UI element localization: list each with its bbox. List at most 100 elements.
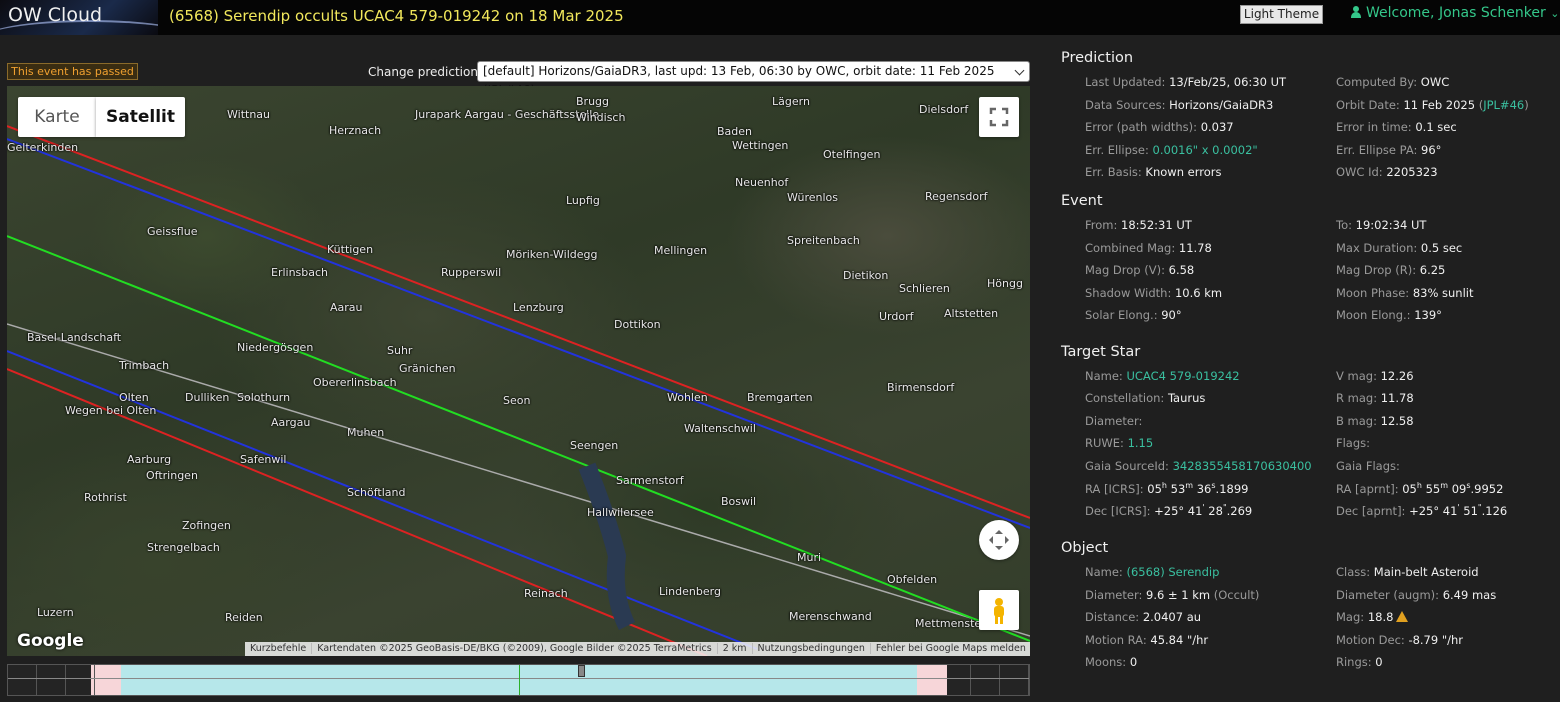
google-logo: Google [17, 631, 84, 651]
map-place-label: Schlieren [899, 282, 950, 295]
prediction-select[interactable]: [default] Horizons/GaiaDR3, last upd: 13… [477, 61, 1030, 97]
detail-row: Name: UCAC4 579-019242 [1085, 369, 1240, 383]
detail-label: Mag: [1336, 610, 1368, 624]
detail-label: Motion RA: [1085, 632, 1151, 647]
timeline-cell [941, 665, 971, 695]
keyboard-shortcuts-link[interactable]: Kurzbefehle [245, 643, 313, 654]
detail-row: Distance: 2.0407 au [1085, 610, 1201, 624]
detail-value: 11.78 [1380, 391, 1414, 406]
timeline-slider-handle[interactable] [578, 665, 585, 677]
timeline-cell [1000, 665, 1029, 695]
orbit-jpl-link[interactable]: (JPL#46) [1475, 98, 1529, 112]
map-place-label: Küttigen [327, 243, 374, 256]
map-place-label: Lindenberg [659, 585, 721, 598]
map-place-label: Otelfingen [823, 148, 881, 161]
detail-value: 05h 53m 36s.1899 [1147, 481, 1249, 496]
app-logo[interactable]: OW Cloud [0, 0, 158, 35]
map-place-label: Erlinsbach [271, 266, 329, 279]
target-star-section-title: Target Star [1061, 344, 1141, 360]
event-passed-badge: This event has passed [7, 63, 138, 80]
map-place-label: Baden [717, 125, 753, 138]
map-place-label: Safenwil [240, 453, 287, 466]
prediction-section-title: Prediction [1061, 50, 1134, 66]
map-place-label: Obfelden [887, 573, 938, 586]
occultation-map[interactable]: Wittnau Herznach Jurapark Aargau - Geschäf… [7, 86, 1030, 656]
detail-label: Diameter (augm): [1336, 587, 1443, 602]
terms-link[interactable]: Nutzungsbedingungen [752, 643, 871, 654]
detail-label: Moon Elong.: [1336, 308, 1415, 322]
map-place-label: Dietikon [843, 269, 889, 282]
detail-value: 2.0407 au [1142, 610, 1202, 624]
map-place-label: Windisch [576, 111, 626, 124]
detail-value[interactable]: 3428355458170630400 [1173, 459, 1312, 473]
detail-value: 0.5 sec [1420, 240, 1463, 255]
detail-label: RA [ICRS]: [1085, 481, 1148, 496]
user-menu[interactable]: Welcome, Jonas Schenker ⌄ [1351, 5, 1559, 21]
detail-label: Constellation: [1085, 391, 1168, 406]
map-scale[interactable]: 2 km [717, 643, 753, 654]
detail-label: Moons: [1085, 655, 1130, 669]
map-place-label: Gränichen [399, 362, 456, 375]
detail-label: To: [1336, 218, 1356, 232]
detail-row: Max Duration: 0.5 sec [1336, 241, 1462, 255]
detail-row: Shadow Width: 10.6 km [1085, 286, 1222, 300]
detail-value: 83% sunlit [1412, 285, 1474, 300]
map-place-label: Dulliken [185, 391, 230, 404]
detail-value: Known errors [1145, 165, 1222, 179]
user-icon [1351, 6, 1362, 18]
detail-label: V mag: [1336, 369, 1381, 383]
map-place-label: Lenzburg [513, 301, 564, 314]
detail-label: Distance: [1085, 610, 1143, 624]
detail-row: Motion RA: 45.84 "/hr [1085, 633, 1208, 647]
detail-value: Main-belt Asteroid [1373, 565, 1479, 579]
detail-row: RUWE: 1.15 [1085, 436, 1153, 450]
warning-icon[interactable] [1396, 611, 1409, 622]
map-place-label: Aarburg [127, 453, 172, 466]
map-place-label: Olten [119, 391, 149, 404]
detail-label: Gaia Flags: [1336, 458, 1400, 473]
detail-label: Combined Mag: [1085, 240, 1179, 255]
detail-value[interactable]: 1.15 [1128, 436, 1154, 450]
detail-label: Error (path widths): [1085, 120, 1201, 134]
detail-label: Error in time: [1336, 120, 1416, 134]
light-theme-button[interactable]: Light Theme [1240, 5, 1323, 24]
detail-row: Err. Basis: Known errors [1085, 165, 1221, 179]
detail-row: Moon Elong.: 139° [1336, 308, 1442, 322]
detail-label: B mag: [1336, 413, 1381, 428]
chevron-down-icon [1014, 65, 1025, 76]
map-tab-karte[interactable]: Karte [18, 97, 96, 137]
detail-value[interactable]: 0.0016" x 0.0002" [1153, 143, 1258, 157]
map-place-label: Möriken-Wildegg [506, 248, 598, 261]
detail-value: 139° [1414, 308, 1442, 322]
detail-value: 2205323 [1386, 165, 1438, 179]
welcome-text: Welcome, Jonas Schenker [1366, 5, 1546, 21]
detail-row: Name: (6568) Serendip [1085, 565, 1219, 579]
asteroid-link[interactable]: (6568) Serendip [1126, 565, 1219, 579]
detail-label: Motion Dec: [1336, 632, 1409, 647]
detail-value: 11.78 [1178, 240, 1212, 255]
map-place-label: Zofingen [182, 519, 231, 532]
map-place-label: Muhen [347, 426, 385, 439]
map-place-label: Spreitenbach [787, 234, 860, 247]
detail-label: R mag: [1336, 391, 1381, 406]
detail-label: Diameter: [1085, 413, 1143, 428]
map-place-label: Jurapark Aargau - Geschäftsstelle [415, 108, 600, 121]
detail-label: Orbit Date: [1336, 97, 1404, 112]
target-star-link[interactable]: UCAC4 579-019242 [1126, 369, 1239, 383]
pan-control-button[interactable] [979, 520, 1019, 560]
fullscreen-button[interactable] [979, 97, 1019, 137]
detail-value: 18:52:31 UT [1121, 218, 1192, 232]
detail-row: To: 19:02:34 UT [1336, 218, 1426, 232]
map-place-label: Strengelbach [147, 541, 220, 554]
event-timeline[interactable] [7, 664, 1030, 696]
timeline-cell [66, 665, 96, 695]
street-view-button[interactable] [979, 590, 1019, 630]
event-section-title: Event [1061, 193, 1103, 209]
app-logo-text: OW Cloud [8, 4, 103, 26]
detail-row: Diameter: 9.6 ± 1 km (Occult) [1085, 588, 1259, 602]
map-place-label: Würenlos [787, 191, 838, 204]
report-error-link[interactable]: Fehler bei Google Maps melden [871, 643, 1030, 654]
map-place-label: Oftringen [146, 469, 198, 482]
map-tab-satellit[interactable]: Satellit [96, 97, 185, 137]
detail-label: Diameter: [1085, 587, 1147, 602]
